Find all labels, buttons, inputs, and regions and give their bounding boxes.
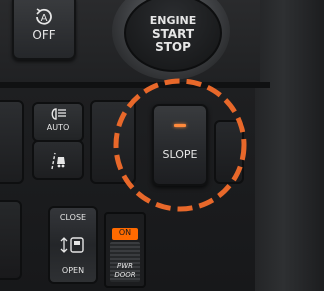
dashboard-photo: A OFF ENGINE START STOP AUTO SLOPE CLOSE… (0, 0, 324, 291)
slope-highlight-circle (113, 78, 247, 212)
